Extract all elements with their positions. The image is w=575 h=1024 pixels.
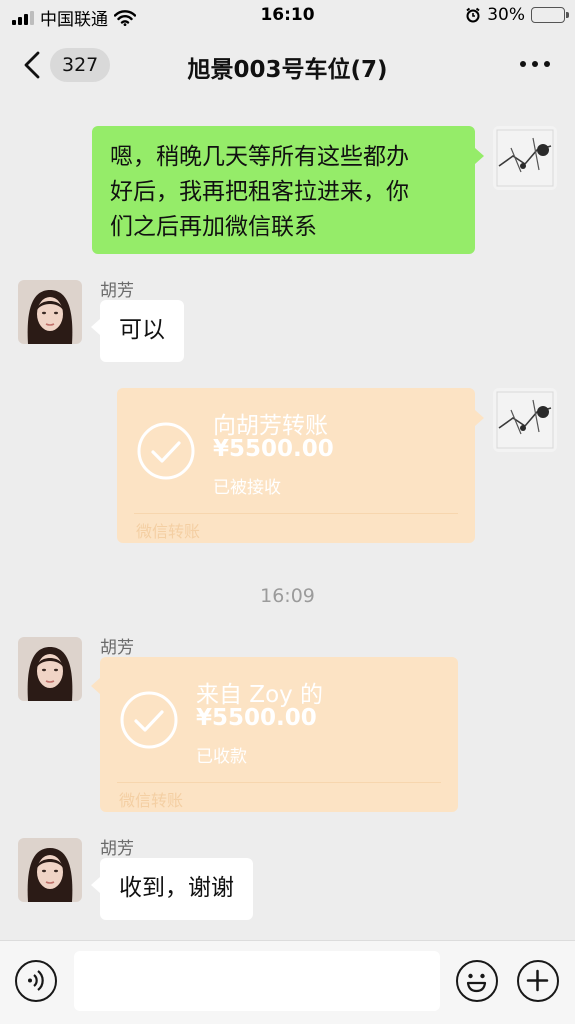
chat-title: 旭景003号车位(7) bbox=[187, 57, 388, 83]
transfer-footer: 微信转账 bbox=[136, 522, 201, 541]
check-circle-icon bbox=[137, 422, 195, 480]
avatar[interactable] bbox=[493, 388, 557, 452]
message-text-line: 们之后再加微信联系 bbox=[110, 214, 317, 240]
status-right: 30% bbox=[465, 5, 569, 25]
transfer-amount: ¥5500.00 bbox=[213, 436, 334, 462]
message-text: 收到，谢谢 bbox=[119, 875, 234, 901]
message-bubble[interactable]: 收到，谢谢 bbox=[100, 858, 253, 920]
avatar[interactable] bbox=[18, 637, 82, 701]
message-input[interactable] bbox=[74, 951, 440, 1011]
divider bbox=[134, 513, 458, 514]
transfer-card[interactable]: 向胡芳转账 ¥5500.00 已被接收 微信转账 bbox=[117, 388, 475, 543]
bubble-tail bbox=[475, 410, 484, 426]
bubble-tail bbox=[91, 678, 100, 694]
input-bar bbox=[0, 940, 575, 1024]
chat-header: 327 旭景003号车位(7) bbox=[0, 32, 575, 98]
transfer-status: 已收款 bbox=[196, 747, 247, 767]
plus-icon[interactable] bbox=[517, 960, 559, 1002]
avatar[interactable] bbox=[18, 280, 82, 344]
sender-name: 胡芳 bbox=[100, 839, 134, 859]
transfer-footer: 微信转账 bbox=[119, 791, 184, 810]
divider bbox=[117, 782, 441, 783]
sender-name: 胡芳 bbox=[100, 638, 134, 658]
bubble-tail bbox=[475, 148, 484, 164]
time-separator: 16:09 bbox=[260, 585, 315, 607]
battery-percent: 30% bbox=[487, 5, 525, 25]
status-bar: 中国联通 16:10 30% bbox=[0, 0, 575, 32]
voice-icon[interactable] bbox=[15, 960, 57, 1002]
battery-icon bbox=[531, 7, 569, 23]
transfer-card[interactable]: 来自 Zoy 的 ¥5500.00 已收款 微信转账 bbox=[100, 657, 458, 812]
bubble-tail bbox=[91, 319, 100, 335]
message-text-line: 好后，我再把租客拉进来，你 bbox=[110, 179, 409, 205]
transfer-status: 已被接收 bbox=[213, 478, 281, 498]
transfer-title: 向胡芳转账 bbox=[213, 413, 328, 439]
avatar[interactable] bbox=[493, 126, 557, 190]
message-text: 可以 bbox=[119, 317, 165, 343]
message-bubble[interactable]: 可以 bbox=[100, 300, 184, 362]
more-dots-icon[interactable] bbox=[517, 54, 553, 74]
transfer-amount: ¥5500.00 bbox=[196, 705, 317, 731]
emoji-icon[interactable] bbox=[456, 960, 498, 1002]
message-text-line: 嗯，稍晚几天等所有这些都办 bbox=[110, 144, 409, 170]
message-bubble[interactable]: 嗯，稍晚几天等所有这些都办 好后，我再把租客拉进来，你 们之后再加微信联系 bbox=[92, 126, 475, 254]
check-circle-icon bbox=[120, 691, 178, 749]
bubble-tail bbox=[91, 877, 100, 893]
transfer-title: 来自 Zoy 的 bbox=[196, 682, 324, 708]
sender-name: 胡芳 bbox=[100, 281, 134, 301]
avatar[interactable] bbox=[18, 838, 82, 902]
alarm-icon bbox=[466, 7, 480, 23]
